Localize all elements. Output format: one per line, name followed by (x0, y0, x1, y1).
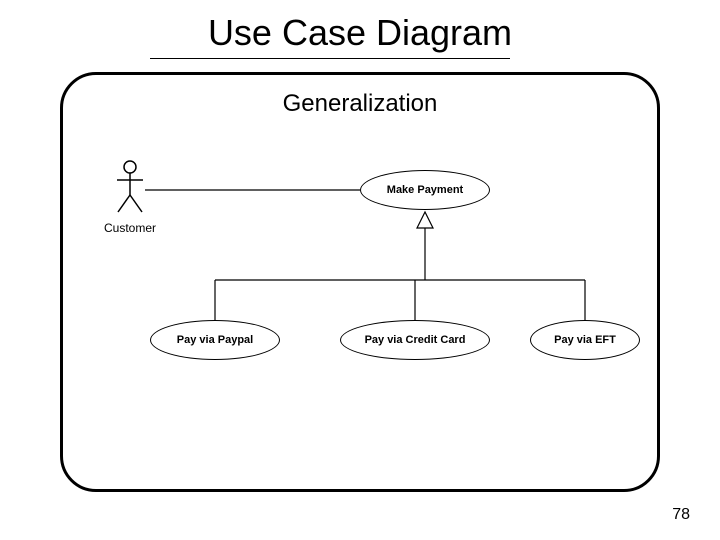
page-number: 78 (672, 506, 690, 524)
usecase-pay-via-credit-card: Pay via Credit Card (340, 320, 490, 360)
usecase-label: Pay via Paypal (177, 334, 253, 346)
slide-title: Use Case Diagram (0, 12, 720, 54)
actor-customer: Customer (100, 160, 160, 235)
usecase-pay-via-eft: Pay via EFT (530, 320, 640, 360)
generalization-arrowhead (417, 212, 433, 228)
slide: Use Case Diagram Generalization (0, 0, 720, 540)
usecase-make-payment: Make Payment (360, 170, 490, 210)
actor-label: Customer (100, 221, 160, 235)
usecase-label: Pay via EFT (554, 334, 616, 346)
slide-subtitle: Generalization (0, 90, 720, 118)
use-case-diagram: Customer Make Payment Pay via Paypal Pay… (70, 140, 650, 440)
usecase-label: Pay via Credit Card (365, 334, 466, 346)
title-underline (150, 58, 510, 59)
usecase-label: Make Payment (387, 184, 463, 196)
actor-icon (115, 160, 145, 215)
usecase-pay-via-paypal: Pay via Paypal (150, 320, 280, 360)
